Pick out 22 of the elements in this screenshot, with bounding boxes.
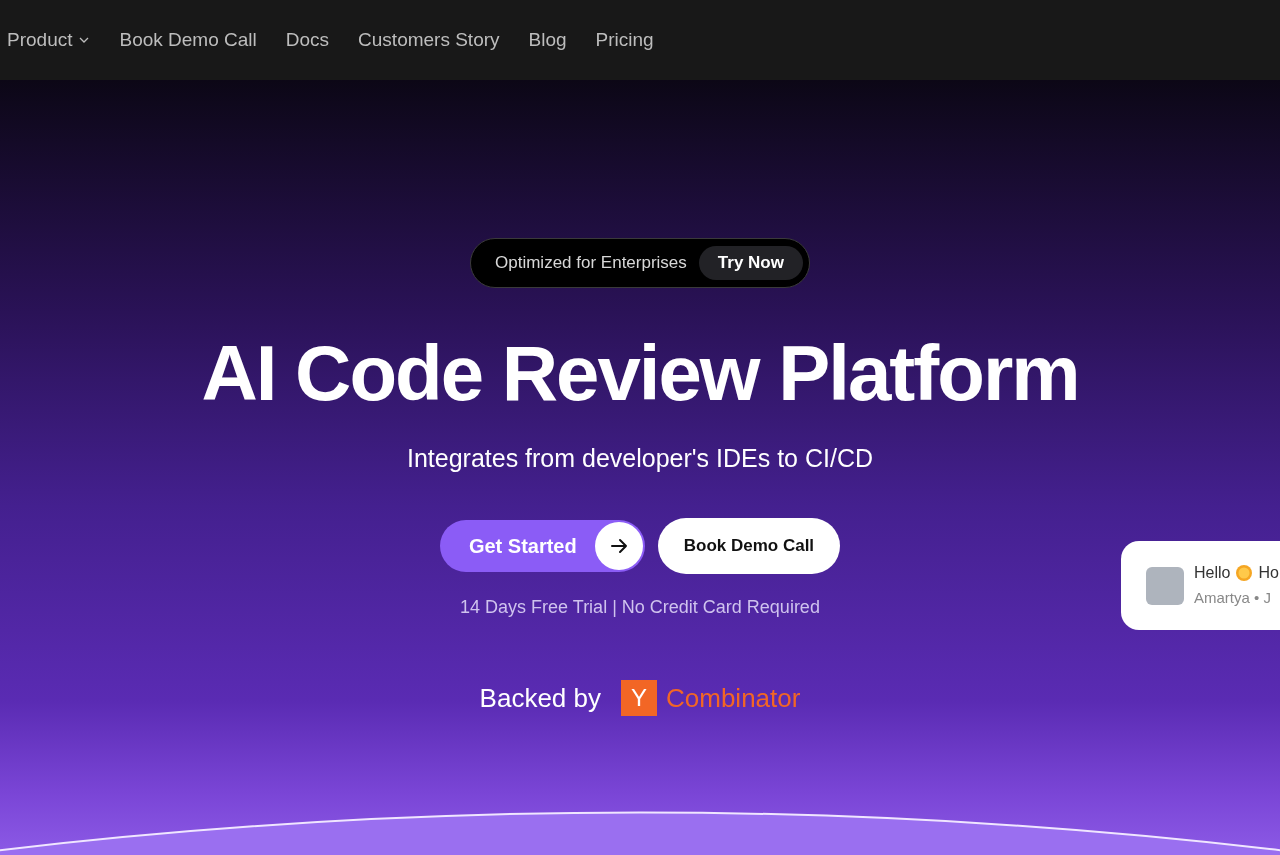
hero-title: AI Code Review Platform — [201, 334, 1079, 412]
nav-link[interactable]: Book Demo Call — [119, 25, 257, 55]
nav-link[interactable]: Customers Story — [358, 25, 500, 55]
get-started-button[interactable]: Get Started — [439, 519, 645, 572]
backed-by-label: Backed by — [479, 681, 601, 715]
chat-greeting: Hello — [1194, 563, 1231, 584]
avatar-photo-placeholder — [1146, 566, 1184, 605]
hero-subtitle: Integrates from developer's IDEs to CI/CD — [406, 443, 874, 474]
nav-link[interactable]: Pricing — [595, 25, 654, 55]
chat-greeting-continued: Ho — [1258, 563, 1279, 584]
try-now-button[interactable]: Try Now — [698, 246, 803, 280]
backer-name: Combinator — [666, 681, 801, 715]
trial-note: 14 Days Free Trial | No Credit Card Required — [460, 595, 820, 619]
chat-sender: Amartya • J — [1194, 588, 1272, 609]
chat-popup[interactable]: Hello Ho Amartya • J — [1121, 541, 1280, 630]
book-demo-button[interactable]: Book Demo Call — [657, 517, 841, 574]
nav-link[interactable]: Docs — [285, 25, 330, 55]
sun-icon — [1235, 564, 1254, 583]
y-logo-icon: Y — [621, 680, 657, 716]
nav-link[interactable]: Product — [7, 25, 91, 55]
announcement-text: Optimized for Enterprises — [495, 252, 687, 275]
nav-link[interactable]: Blog — [528, 25, 567, 55]
